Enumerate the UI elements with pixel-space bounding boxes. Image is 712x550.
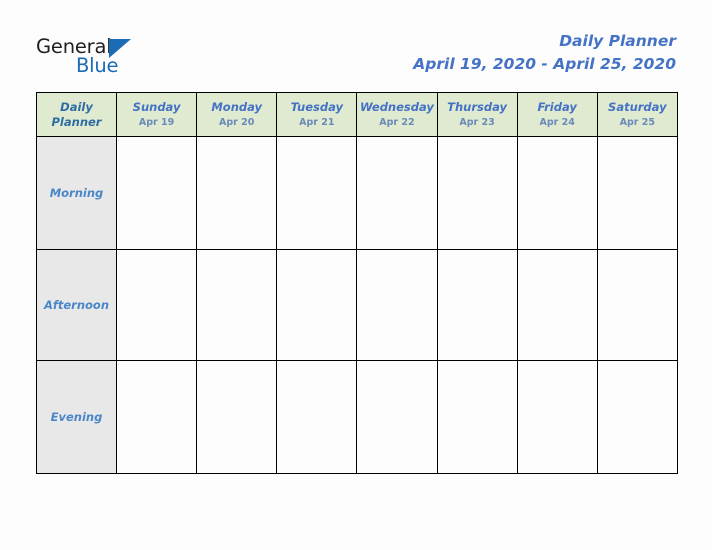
title-block: Daily Planner April 19, 2020 - April 25,… [413,30,676,76]
corner-label-line1: Daily [60,99,93,114]
slot-evening-saturday[interactable] [596,360,678,474]
slot-morning-wednesday[interactable] [356,136,438,250]
slot-evening-thursday[interactable] [436,360,518,474]
slot-afternoon-monday[interactable] [196,249,278,361]
column-header-day-name: Saturday [608,99,667,114]
date-range-label: April 19, 2020 - April 25, 2020 [413,55,676,73]
row-label-text: Morning [49,186,104,200]
table-corner-header: Daily Planner [36,92,117,137]
column-header-date: Apr 20 [219,116,255,128]
slot-evening-sunday[interactable] [115,360,198,474]
column-header-wednesday: Wednesday Apr 22 [356,92,438,137]
table-row-afternoon: Afternoon [36,249,678,361]
slot-evening-friday[interactable] [516,360,598,474]
column-header-monday: Monday Apr 20 [196,92,278,137]
slot-afternoon-saturday[interactable] [596,249,678,361]
slot-morning-tuesday[interactable] [276,136,358,250]
column-header-day-name: Sunday [132,99,181,114]
row-label-text: Afternoon [43,298,110,312]
slot-morning-saturday[interactable] [596,136,678,250]
table-row-evening: Evening [36,360,678,474]
column-header-day-name: Thursday [447,99,507,114]
planner-table: Daily Planner Sunday Apr 19 Monday Apr 2… [36,92,678,474]
column-header-date: Apr 23 [459,116,495,128]
logo-text-blue: Blue [76,54,119,77]
table-header-row: Daily Planner Sunday Apr 19 Monday Apr 2… [36,92,678,137]
slot-afternoon-sunday[interactable] [115,249,198,361]
column-header-date: Apr 22 [379,116,415,128]
daily-planner-page: General Blue Daily Planner April 19, 202… [0,0,712,550]
column-header-date: Apr 24 [539,116,575,128]
column-header-date: Apr 21 [299,116,335,128]
column-header-date: Apr 25 [619,116,655,128]
row-label-afternoon: Afternoon [36,249,117,361]
page-title: Daily Planner [559,32,676,50]
column-header-thursday: Thursday Apr 23 [436,92,518,137]
column-header-friday: Friday Apr 24 [516,92,598,137]
column-header-sunday: Sunday Apr 19 [115,92,198,137]
slot-afternoon-thursday[interactable] [436,249,518,361]
column-header-tuesday: Tuesday Apr 21 [276,92,358,137]
slot-morning-thursday[interactable] [436,136,518,250]
corner-label-line2: Planner [51,114,102,129]
generalblue-logo[interactable]: General Blue [36,36,206,82]
column-header-day-name: Wednesday [359,99,434,114]
column-header-date: Apr 19 [138,116,175,128]
column-header-day-name: Friday [537,99,577,114]
slot-evening-wednesday[interactable] [356,360,438,474]
slot-afternoon-friday[interactable] [516,249,598,361]
row-label-morning: Morning [36,136,117,250]
column-header-saturday: Saturday Apr 25 [596,92,678,137]
column-header-day-name: Monday [211,99,263,114]
column-header-day-name: Tuesday [290,99,343,114]
row-label-evening: Evening [36,360,117,474]
slot-evening-monday[interactable] [196,360,278,474]
table-row-morning: Morning [36,136,678,250]
slot-evening-tuesday[interactable] [276,360,358,474]
slot-morning-sunday[interactable] [115,136,198,250]
slot-afternoon-tuesday[interactable] [276,249,358,361]
page-header: General Blue Daily Planner April 19, 202… [0,0,712,88]
slot-afternoon-wednesday[interactable] [356,249,438,361]
slot-morning-friday[interactable] [516,136,598,250]
slot-morning-monday[interactable] [196,136,278,250]
row-label-text: Evening [50,410,103,424]
